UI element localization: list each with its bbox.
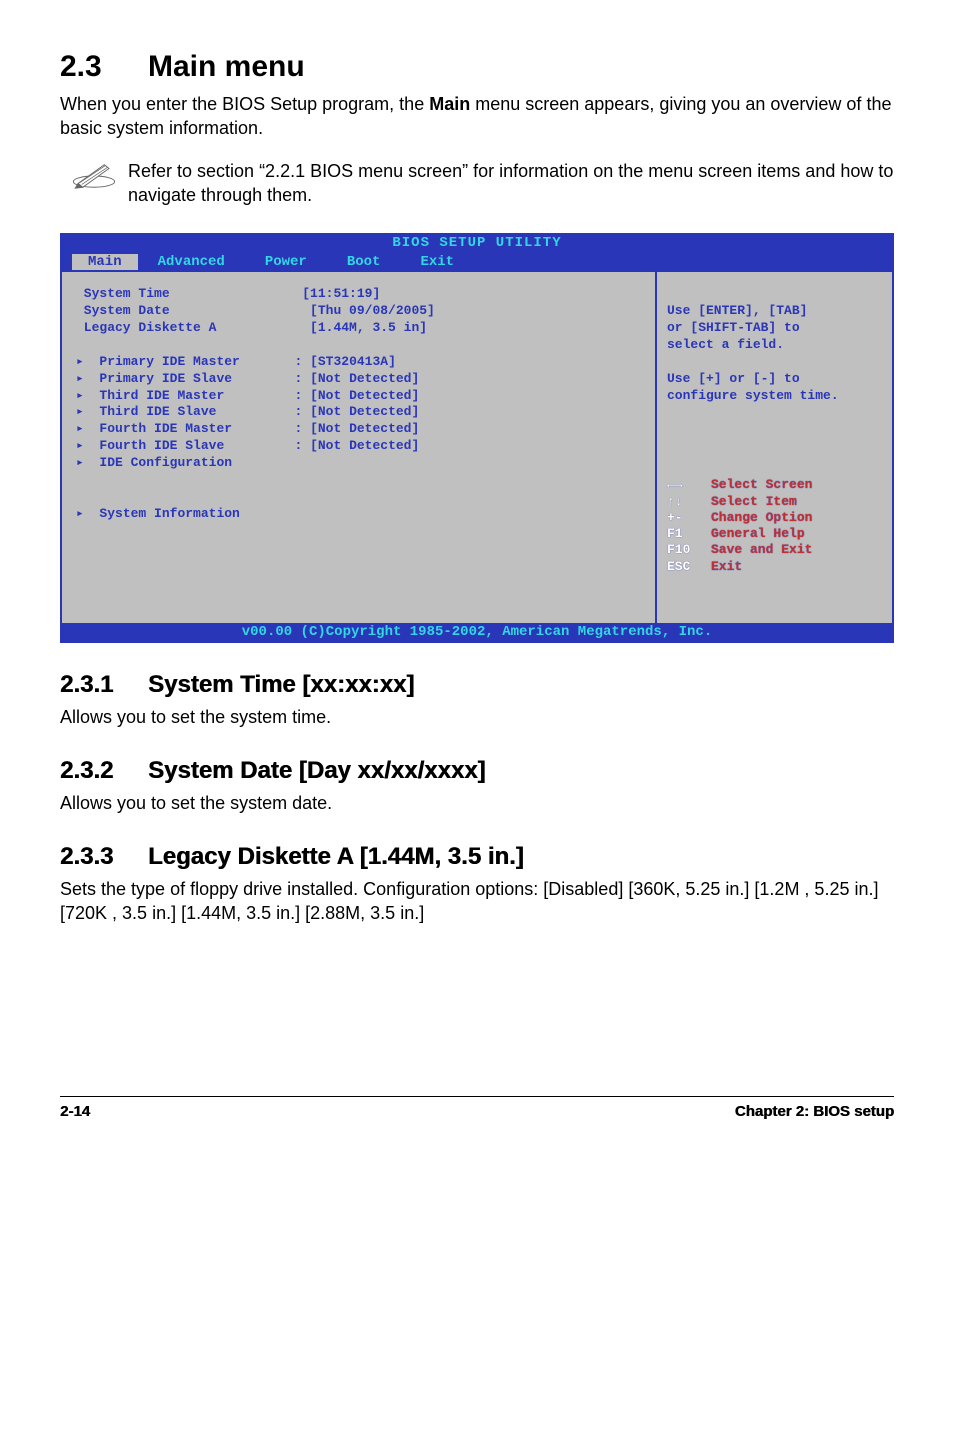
legend-text: Exit — [711, 559, 742, 575]
legend-key: ↑↓ — [667, 494, 711, 510]
legend-text: Select Item — [711, 494, 797, 510]
note-text: Refer to section “2.2.1 BIOS menu screen… — [128, 159, 894, 208]
bios-legend: ←→Select Screen↑↓Select Item+-Change Opt… — [667, 477, 882, 575]
bios-help-pane: Use [ENTER], [TAB] or [SHIFT-TAB] to sel… — [657, 272, 892, 622]
intro-paragraph: When you enter the BIOS Setup program, t… — [60, 92, 894, 141]
subsection-heading: 2.3.3Legacy Diskette A [1.44M, 3.5 in.] — [60, 843, 894, 871]
legend-key: F1 — [667, 526, 711, 542]
bios-footer: v00.00 (C)Copyright 1985-2002, American … — [62, 623, 892, 641]
bios-tab-exit: Exit — [400, 254, 474, 270]
subsection-title: System Date [Day xx/xx/xxxx] — [148, 757, 486, 785]
note-block: Refer to section “2.2.1 BIOS menu screen… — [60, 159, 894, 208]
legend-key: ESC — [667, 559, 711, 575]
bios-screenshot: BIOS SETUP UTILITY Main Advanced Power B… — [60, 233, 894, 642]
pencil-icon — [60, 159, 128, 191]
bios-tab-power: Power — [245, 254, 327, 270]
legend-row: +-Change Option — [667, 510, 882, 526]
legend-row: F10Save and Exit — [667, 542, 882, 558]
bios-left-pane: System Time [11:51:19] System Date [Thu … — [62, 272, 657, 622]
legend-row: F1General Help — [667, 526, 882, 542]
subsection-number: 2.3.1 — [60, 671, 148, 699]
bios-tab-boot: Boot — [327, 254, 401, 270]
bios-menubar: Main Advanced Power Boot Exit — [62, 253, 892, 272]
page-footer: 2-14 Chapter 2: BIOS setup — [60, 1096, 894, 1120]
legend-key: +- — [667, 510, 711, 526]
bios-title: BIOS SETUP UTILITY — [62, 235, 892, 253]
bios-help-mid: Use [+] or [-] to configure system time. — [667, 371, 839, 403]
legend-row: ESCExit — [667, 559, 882, 575]
subsection-body: Allows you to set the system date. — [60, 791, 894, 815]
bios-tab-advanced: Advanced — [138, 254, 245, 270]
bios-help-top: Use [ENTER], [TAB] or [SHIFT-TAB] to sel… — [667, 303, 807, 352]
subsection-body: Sets the type of floppy drive installed.… — [60, 877, 894, 926]
legend-text: Change Option — [711, 510, 812, 526]
section-heading: 2.3 Main menu — [60, 50, 894, 84]
page-number: 2-14 — [60, 1103, 90, 1120]
subsection-heading: 2.3.1System Time [xx:xx:xx] — [60, 671, 894, 699]
subsection-number: 2.3.3 — [60, 843, 148, 871]
subsection-title: System Time [xx:xx:xx] — [148, 671, 414, 699]
legend-key: ←→ — [667, 477, 711, 493]
bios-tab-main: Main — [72, 254, 138, 270]
subsection-title: Legacy Diskette A [1.44M, 3.5 in.] — [148, 843, 524, 871]
legend-row: ←→Select Screen — [667, 477, 882, 493]
subsection-number: 2.3.2 — [60, 757, 148, 785]
legend-text: Select Screen — [711, 477, 812, 493]
legend-text: General Help — [711, 526, 805, 542]
legend-row: ↑↓Select Item — [667, 494, 882, 510]
chapter-label: Chapter 2: BIOS setup — [735, 1103, 894, 1120]
subsection-heading: 2.3.2System Date [Day xx/xx/xxxx] — [60, 757, 894, 785]
legend-text: Save and Exit — [711, 542, 812, 558]
heading-title: Main menu — [148, 50, 305, 84]
subsection-body: Allows you to set the system time. — [60, 705, 894, 729]
legend-key: F10 — [667, 542, 711, 558]
heading-number: 2.3 — [60, 50, 148, 84]
